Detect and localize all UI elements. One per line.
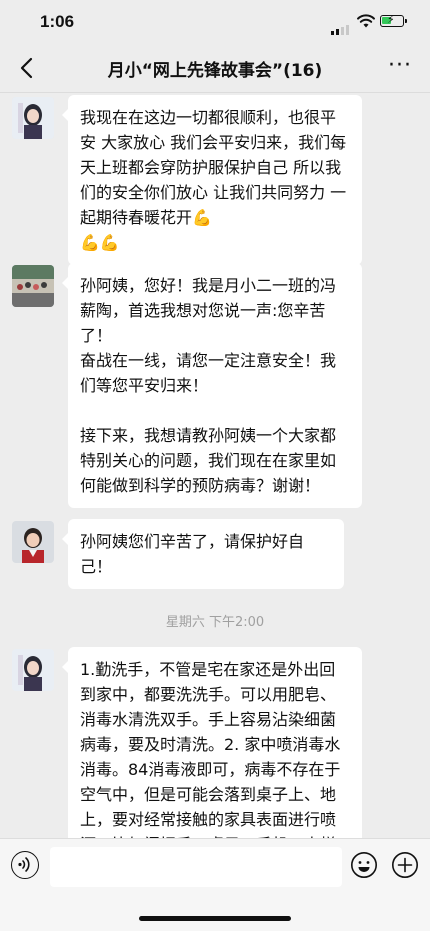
message-bubble[interactable]: 孙阿姨，您好！我是月小二一班的冯薪陶，首选我想对您说一声:您辛苦了！ 奋战在一线…: [62, 263, 362, 508]
chat-title: 月小“网上先锋故事会”(16): [107, 61, 323, 81]
avatar[interactable]: [12, 97, 54, 139]
status-time: 1:06: [40, 12, 75, 31]
avatar[interactable]: [12, 265, 54, 307]
message-input[interactable]: [50, 847, 342, 887]
more-dots-icon[interactable]: ···: [388, 55, 412, 77]
avatar[interactable]: [12, 649, 54, 691]
message-bubble[interactable]: 孙阿姨您们辛苦了，请保护好自己！: [62, 519, 344, 589]
home-indicator: [139, 916, 291, 921]
battery-icon: ⚡: [380, 13, 407, 27]
message-bubble[interactable]: 我现在在这边一切都很顺利，也很平安 大家放心 我们会平安归来，我们每天上班都会穿…: [62, 95, 362, 265]
emoji-icon[interactable]: [350, 851, 378, 879]
message-list[interactable]: 我现在在这边一切都很顺利，也很平安 大家放心 我们会平安归来，我们每天上班都会穿…: [0, 93, 430, 838]
voice-icon[interactable]: [11, 851, 39, 879]
chat-header: 月小“网上先锋故事会”(16) ···: [0, 44, 430, 93]
cellular-signal-icon: [331, 16, 351, 35]
back-chevron-icon[interactable]: [14, 54, 42, 82]
status-bar: 1:06 ⚡: [0, 0, 430, 44]
wifi-icon: [357, 14, 375, 28]
message-timestamp: 星期六 下午2:00: [165, 615, 265, 630]
message-bubble[interactable]: 1.勤洗手，不管是宅在家还是外出回到家中，都要洗洗手。可以用肥皂、消毒水清洗双手…: [62, 647, 362, 838]
avatar[interactable]: [12, 521, 54, 563]
plus-icon[interactable]: [391, 851, 419, 879]
